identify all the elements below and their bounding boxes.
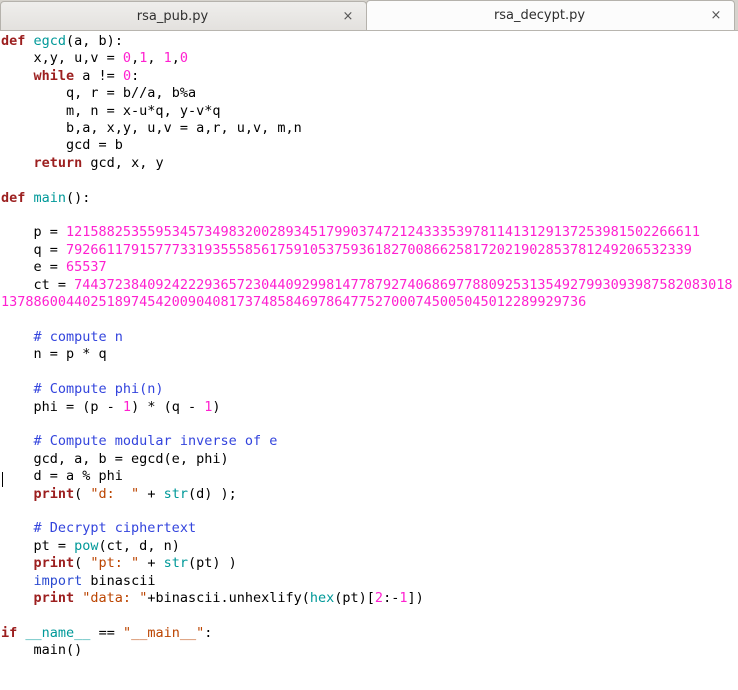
string-literal-d: "d: ": [90, 485, 140, 502]
string-literal-data: "data: ": [82, 590, 148, 606]
value-ct: 7443723840924222936572304409299814778792…: [1, 276, 733, 311]
value-q: 7926611791577733193555856175910537593618…: [66, 241, 692, 258]
tab-rsa-decypt[interactable]: rsa_decypt.py ×: [366, 0, 735, 30]
keyword-print: print: [33, 555, 75, 572]
source-code[interactable]: def egcd(a, b): x,y, u,v = 0,1, 1,0 whil…: [0, 31, 738, 660]
tab-bar: rsa_pub.py × rsa_decypt.py ×: [0, 0, 738, 31]
number-literal: 1: [122, 398, 132, 415]
number-literal: 0: [122, 67, 132, 84]
function-name-str: str: [163, 485, 188, 502]
tab-rsa-pub[interactable]: rsa_pub.py ×: [0, 1, 367, 30]
function-name-pow: pow: [74, 537, 99, 554]
number-literal: 1: [204, 398, 213, 415]
keyword-if: if: [1, 624, 18, 641]
number-literal: 1: [399, 590, 408, 606]
number-literal: 0: [179, 50, 189, 67]
keyword-print: print: [33, 590, 75, 606]
keyword-import: import: [33, 572, 83, 589]
tab-label: rsa_pub.py: [136, 8, 209, 24]
function-name-str: str: [163, 555, 188, 572]
number-literal: 0: [122, 50, 132, 67]
function-name-hex: hex: [309, 590, 335, 606]
comment-modular-inverse: # Compute modular inverse of e: [33, 433, 278, 450]
keyword-while: while: [33, 67, 75, 84]
text-caret: [2, 472, 3, 487]
function-name-egcd: egcd: [33, 33, 67, 49]
comment-compute-phi: # Compute phi(n): [33, 381, 164, 398]
comment-decrypt-ciphertext: # Decrypt ciphertext: [33, 520, 197, 537]
close-icon[interactable]: ×: [340, 8, 356, 24]
keyword-print: print: [33, 485, 75, 502]
number-literal: 1: [163, 50, 172, 67]
number-literal: 2: [374, 590, 384, 606]
keyword-def: def: [1, 33, 26, 49]
string-literal-pt: "pt: ": [90, 555, 140, 572]
tab-label: rsa_decypt.py: [493, 8, 586, 23]
close-icon[interactable]: ×: [708, 8, 724, 24]
function-name-main: main: [33, 189, 67, 206]
number-literal: 1: [139, 50, 148, 67]
value-e: 65537: [66, 259, 107, 276]
call-main: main(): [33, 642, 83, 659]
value-p: 1215882535595345734983200289345179903747…: [66, 224, 700, 241]
comment-compute-n: # compute n: [33, 328, 123, 345]
code-editor[interactable]: def egcd(a, b): x,y, u,v = 0,1, 1,0 whil…: [0, 31, 738, 690]
keyword-def: def: [1, 189, 26, 206]
string-literal-main: "__main__": [122, 624, 205, 641]
keyword-return: return: [33, 154, 83, 171]
dunder-name: __name__: [25, 624, 91, 641]
